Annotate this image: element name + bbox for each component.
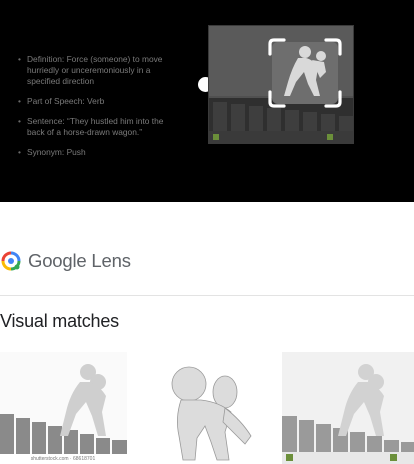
image-preview: Definition: Force (someone) to move hurr… xyxy=(0,0,414,202)
pushing-figure-image: shutterstock.com · 68618701 xyxy=(0,352,127,464)
slide-bullet-part-of-speech: Part of Speech: Verb xyxy=(18,96,183,107)
lens-header: Google Lens xyxy=(0,202,414,296)
google-lens-logo: Google Lens xyxy=(0,248,131,274)
brand-lens-text: Lens xyxy=(91,250,131,271)
lens-icon xyxy=(1,251,21,271)
visual-match-item-2[interactable] xyxy=(139,352,270,464)
brand-google-text: Google xyxy=(28,250,87,271)
match-caption: shutterstock.com · 68618701 xyxy=(31,456,96,462)
visual-matches-heading: Visual matches xyxy=(0,311,119,331)
figure-image xyxy=(139,352,270,464)
visual-match-item-3[interactable] xyxy=(282,352,414,464)
slide-bullet-synonym: Synonym: Push xyxy=(18,147,183,158)
slide-bullet-list: Definition: Force (someone) to move hurr… xyxy=(18,54,183,167)
slide-bullet-sentence: Sentence: “They hustled him into the bac… xyxy=(18,116,183,138)
pushing-figure-image xyxy=(282,352,414,464)
lens-brand-text: Google Lens xyxy=(28,250,131,272)
visual-match-item-1[interactable]: shutterstock.com · 68618701 xyxy=(0,352,127,464)
slide-bullet-definition: Definition: Force (someone) to move hurr… xyxy=(18,54,183,87)
crop-selection-box[interactable] xyxy=(268,38,342,108)
